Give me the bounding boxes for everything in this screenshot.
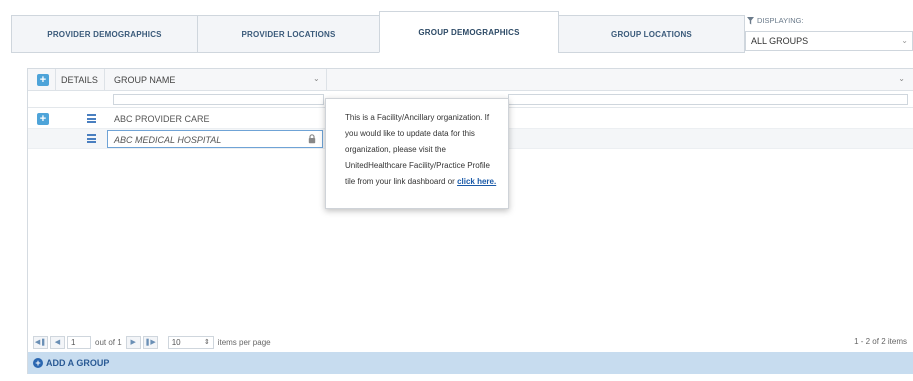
column-filter-input[interactable] [508,94,908,105]
details-column-header: DETAILS [61,75,98,85]
expand-row-button[interactable]: + [37,113,49,125]
grid-header: + DETAILS GROUP NAME ⌄ ⌄ [28,69,913,91]
items-per-page-label: items per page [217,337,271,347]
filter-icon [747,16,754,24]
tooltip-text: This is a Facility/Ancillary organizatio… [345,113,490,186]
group-name-cell: ABC PROVIDER CARE [114,114,210,124]
details-list-icon[interactable] [87,134,96,143]
group-name-edit-cell[interactable]: ABC MEDICAL HOSPITAL [107,130,323,148]
chevron-down-icon[interactable]: ⌄ [313,74,320,83]
group-name-column-header[interactable]: GROUP NAME [114,75,175,85]
add-group-label: ADD A GROUP [46,358,110,368]
first-page-button[interactable]: ◀❚ [33,335,48,349]
displaying-label: DISPLAYING: [747,16,804,25]
tab-group-locations[interactable]: GROUP LOCATIONS [558,15,745,53]
column-divider [55,69,56,91]
pager: ◀❚ ◀ 1 out of 1 ▶ ❚▶ 10 ⇕ items per page… [28,331,913,353]
page-count-label: out of 1 [95,337,122,347]
group-name-filter-input[interactable] [113,94,324,105]
facility-info-tooltip: This is a Facility/Ancillary organizatio… [325,98,509,209]
tab-group-demographics[interactable]: GROUP DEMOGRAPHICS [379,11,559,53]
displaying-label-text: DISPLAYING: [757,16,804,25]
sort-arrows-icon: ⇕ [203,338,210,346]
chevron-down-icon[interactable]: ⌄ [898,74,905,83]
pager-summary: 1 - 2 of 2 items [854,337,907,346]
plus-circle-icon: + [33,358,43,368]
displaying-select[interactable]: ALL GROUPS ⌄ [745,31,913,51]
page-size-value: 10 [171,337,181,347]
add-group-button[interactable]: + ADD A GROUP [28,352,913,374]
last-page-button[interactable]: ❚▶ [142,335,158,349]
tab-provider-demographics[interactable]: PROVIDER DEMOGRAPHICS [11,15,198,53]
next-page-button[interactable]: ▶ [125,335,141,349]
prev-page-button[interactable]: ◀ [50,335,65,349]
column-divider [104,69,105,91]
lock-icon [308,134,316,144]
tab-provider-locations[interactable]: PROVIDER LOCATIONS [197,15,380,53]
chevron-down-icon: ⌄ [901,36,908,45]
page-number-input[interactable]: 1 [67,335,91,349]
details-list-icon[interactable] [87,114,96,123]
expand-all-button[interactable]: + [37,74,49,86]
column-divider [326,69,327,91]
group-name-value: ABC MEDICAL HOSPITAL [114,135,222,145]
page-size-select[interactable]: 10 ⇕ [167,335,214,349]
click-here-link[interactable]: click here. [457,177,496,186]
displaying-value: ALL GROUPS [751,36,809,46]
